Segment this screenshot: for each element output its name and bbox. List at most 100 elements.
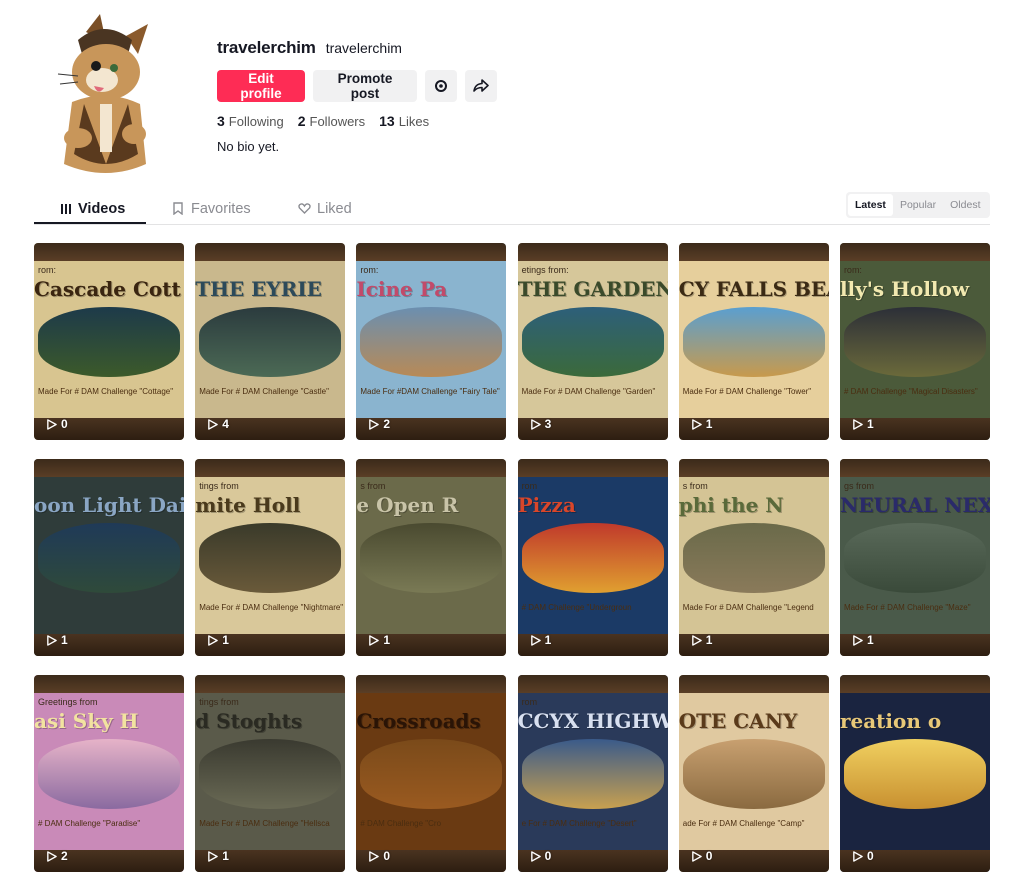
promote-post-button[interactable]: Promote post — [313, 70, 417, 102]
thumbnail-greeting: Greetings from — [38, 697, 98, 707]
thumbnail-title: reation o — [839, 709, 942, 733]
thumbnail-scene — [360, 523, 503, 593]
thumbnail-title: Cascade Cott — [34, 277, 181, 301]
video-card[interactable]: oon Light Dairy 1 — [34, 459, 184, 656]
thumbnail-title: d Stoghts — [195, 709, 303, 733]
thumbnail-scene — [38, 739, 180, 809]
thumbnail-title: Crossroads — [356, 709, 481, 733]
thumbnail-scene — [843, 739, 986, 809]
view-count-value: 0 — [705, 849, 713, 863]
tab-liked[interactable]: Liked — [298, 192, 352, 225]
sign-frame-top — [517, 243, 668, 261]
sort-popular[interactable]: Popular — [893, 194, 943, 216]
view-count-value: 1 — [222, 633, 229, 647]
view-count: 1 — [46, 633, 68, 647]
play-icon — [691, 850, 702, 862]
view-count-value: 1 — [866, 417, 874, 431]
video-card[interactable]: Crossroads # DAM Challenge "Cro 0 — [356, 675, 507, 872]
sign-frame-top — [356, 243, 507, 261]
play-icon — [853, 634, 863, 646]
view-count: 0 — [852, 849, 874, 863]
video-card[interactable]: OTE CANY ade For # DAM Challenge "Camp" … — [678, 675, 829, 872]
thumbnail-title: Icine Pa — [356, 277, 448, 301]
view-count-value: 0 — [544, 849, 552, 863]
gear-icon — [435, 80, 447, 92]
likes-stat: 13 Likes — [379, 113, 430, 129]
edit-profile-button[interactable]: Edit profile — [217, 70, 305, 102]
video-card[interactable]: gs from NEURAL NEX Made For # DAM Challe… — [839, 459, 990, 656]
thumbnail-title: oon Light Dairy — [34, 493, 184, 517]
play-icon — [208, 418, 218, 430]
sort-oldest[interactable]: Oldest — [943, 194, 987, 216]
video-card[interactable]: tings from d Stoghts Made For # DAM Chal… — [195, 675, 346, 872]
grid-icon — [61, 203, 71, 214]
bookmark-icon — [173, 202, 183, 215]
share-profile-button[interactable] — [465, 70, 497, 102]
video-card[interactable]: s from phi the N Made For # DAM Challeng… — [678, 459, 829, 656]
thumbnail-title: asi Sky H — [34, 709, 139, 733]
sign-frame-top — [517, 675, 668, 693]
sign-frame-top — [195, 459, 346, 477]
thumbnail-scene — [199, 523, 342, 593]
sort-latest[interactable]: Latest — [848, 194, 893, 216]
thumbnail-scene — [682, 739, 825, 809]
video-card[interactable]: rom: Cascade Cott Made For # DAM Challen… — [34, 243, 184, 440]
sign-frame-top — [678, 675, 829, 693]
view-count-value: 4 — [222, 417, 229, 431]
thumbnail-caption: # DAM Challenge "Magical Disasters" — [843, 387, 978, 396]
video-card[interactable]: s from e Open R 1 — [356, 459, 507, 656]
view-count-value: 1 — [705, 417, 713, 431]
video-card[interactable]: rom: lly's Hollow # DAM Challenge "Magic… — [839, 243, 990, 440]
play-icon — [530, 634, 541, 646]
sign-frame-top — [678, 459, 829, 477]
thumbnail-caption: Made For # DAM Challenge "Garden" — [521, 387, 656, 396]
thumbnail-caption: Made For # DAM Challenge "Maze" — [843, 603, 971, 612]
sort-toggle: Latest Popular Oldest — [846, 192, 990, 218]
thumbnail-caption: # DAM Challenge "Paradise" — [38, 819, 141, 828]
video-card[interactable]: Greetings from asi Sky H # DAM Challenge… — [34, 675, 184, 872]
play-icon — [47, 418, 57, 430]
sign-frame-top — [517, 459, 668, 477]
sign-frame-top — [34, 459, 184, 477]
view-count: 1 — [530, 633, 551, 647]
sign-frame-top — [195, 675, 346, 693]
view-count: 1 — [691, 633, 712, 647]
video-card[interactable]: rom: Icine Pa Made For #DAM Challenge "F… — [356, 243, 507, 440]
thumbnail-greeting: rom — [521, 697, 538, 707]
view-count: 1 — [852, 633, 874, 647]
view-count: 0 — [530, 849, 552, 863]
play-icon — [369, 418, 380, 430]
video-card[interactable]: reation o 0 — [839, 675, 990, 872]
view-count: 0 — [368, 849, 390, 863]
thumbnail-title: e Open R — [356, 493, 459, 517]
thumbnail-title: NEURAL NEX — [839, 493, 990, 517]
followers-stat[interactable]: 2 Followers — [298, 113, 365, 129]
thumbnail-scene — [521, 523, 664, 593]
thumbnail-scene — [682, 307, 825, 377]
sign-frame-top — [356, 675, 507, 693]
video-card[interactable]: rom Pizza # DAM Challenge "Undergroun 1 — [517, 459, 668, 656]
thumbnail-scene — [843, 523, 986, 593]
play-icon — [208, 634, 218, 646]
username: travelerchim — [217, 38, 316, 57]
following-stat[interactable]: 3 Following — [217, 113, 284, 129]
share-icon — [473, 79, 489, 92]
thumbnail-scene — [682, 523, 825, 593]
play-icon — [853, 850, 863, 862]
profile-stats: 3 Following 2 Followers 13 Likes — [217, 113, 497, 129]
settings-button[interactable] — [425, 70, 457, 102]
thumbnail-greeting: etings from: — [521, 265, 569, 275]
video-card[interactable]: CY FALLS BEAC Made For # DAM Challenge "… — [678, 243, 829, 440]
video-card[interactable]: rom CCYX HIGHWA e For # DAM Challenge "D… — [517, 675, 668, 872]
video-card[interactable]: tings from mite Holl Made For # DAM Chal… — [195, 459, 346, 656]
tab-favorites[interactable]: Favorites — [172, 192, 251, 225]
video-card[interactable]: THE EYRIE Made For # DAM Challenge "Cast… — [195, 243, 346, 440]
thumbnail-greeting: tings from — [199, 481, 239, 491]
avatar[interactable] — [48, 14, 164, 178]
video-card[interactable]: etings from: THE GARDEN Made For # DAM C… — [517, 243, 668, 440]
tab-videos[interactable]: Videos — [60, 192, 125, 225]
nickname: travelerchim — [325, 40, 402, 56]
thumbnail-title: THE GARDEN — [517, 277, 668, 301]
thumbnail-greeting: gs from — [843, 481, 874, 491]
thumbnail-caption: ade For # DAM Challenge "Camp" — [682, 819, 805, 828]
